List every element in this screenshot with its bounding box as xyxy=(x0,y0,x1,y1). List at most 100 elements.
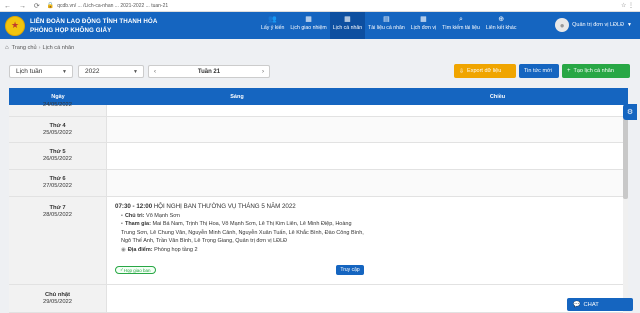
event-title: HỘI NGHỊ BAN THƯỜNG VỤ THÁNG 5 NĂM 2022 xyxy=(153,203,296,210)
nav-label: Tài liệu cá nhân xyxy=(368,25,405,31)
nav-item-lien-ket-khac[interactable]: ⊕ Liên kết khác xyxy=(483,12,520,39)
calendar-icon: ▦ xyxy=(305,16,312,23)
day-cell: Chủ nhật 29/05/2022 xyxy=(9,285,107,312)
event-card[interactable]: 07:30 - 12:00 HỘI NGHỊ BAN THƯỜNG VỤ THÁ… xyxy=(115,203,365,254)
search-icon: ⌕ xyxy=(459,16,463,23)
chevron-down-icon: ▼ xyxy=(133,68,138,75)
view-select[interactable]: Lịch tuần ▼ xyxy=(9,65,73,78)
day-date: 25/05/2022 xyxy=(42,129,72,136)
header-afternoon: Chiều xyxy=(489,94,506,100)
table-row: Thứ 7 28/05/2022 07:30 - 12:00 HỘI NGHỊ … xyxy=(9,197,628,285)
chat-label: CHAT xyxy=(583,301,599,308)
org-name-line2: PHÒNG HỌP KHÔNG GIẤY xyxy=(30,26,112,34)
news-button[interactable]: Tin tức mới xyxy=(519,64,559,78)
header-morning: Sáng xyxy=(230,94,244,100)
nav-item-lay-y-kien[interactable]: 👥 Lấy ý kiến xyxy=(258,12,287,39)
schedule-cell[interactable] xyxy=(107,170,628,196)
plus-icon: + xyxy=(567,68,571,74)
export-label: Export dữ liệu xyxy=(467,68,502,74)
user-menu[interactable]: ● Quản trị đơn vị LĐLĐ ▼ xyxy=(555,18,632,32)
day-name: Thứ 4 xyxy=(49,122,66,129)
nav-item-lich-giao-nhiem[interactable]: ▦ Lịch giao nhiệm xyxy=(287,12,329,39)
calendar-user-icon: ▦ xyxy=(344,16,351,23)
prev-week-button[interactable]: ‹ xyxy=(149,69,161,75)
view-select-value: Lịch tuần xyxy=(16,68,43,75)
table-row: Chủ nhật 29/05/2022 xyxy=(9,285,628,313)
link-icon: ⊕ xyxy=(498,16,505,23)
event-participants: ▪ Tham gia: Mai Bá Nam, Trịnh Thị Hoa, Võ… xyxy=(115,220,365,246)
event-chair-value: Võ Mạnh Sơn xyxy=(146,212,180,219)
settings-fab-icon[interactable]: ⚙ xyxy=(623,104,637,120)
week-label: Tuần 21 xyxy=(197,68,221,75)
access-button[interactable]: Truy cập xyxy=(336,265,364,275)
add-schedule-button[interactable]: + Tạo lịch cá nhân xyxy=(562,64,630,78)
chat-button[interactable]: 💬 CHAT xyxy=(567,298,633,311)
nav-label: Lấy ý kiến xyxy=(261,25,285,31)
header-day: Ngày xyxy=(51,94,65,100)
nav-label: Liên kết khác xyxy=(485,25,517,31)
top-nav: 👥 Lấy ý kiến ▦ Lịch giao nhiệm ▦ Lịch cá nh… xyxy=(258,12,519,39)
schedule-cell[interactable] xyxy=(107,285,628,312)
day-cell: Thứ 7 28/05/2022 xyxy=(9,197,107,284)
user-icon: ▪ xyxy=(121,212,123,219)
event-participants-value: Mai Bá Nam, Trịnh Thị Hoa, Võ Mạnh Sơn, … xyxy=(121,221,364,244)
browser-actions-icon[interactable]: ☆ ⋮ xyxy=(621,2,634,9)
breadcrumb-separator: › xyxy=(38,45,41,51)
breadcrumb-current: Lịch cá nhân xyxy=(42,45,75,51)
avatar: ● xyxy=(555,18,570,32)
event-chair: ▪ Chủ trì: Võ Mạnh Sơn xyxy=(115,212,365,221)
day-date: 24/05/2022 xyxy=(42,102,72,108)
nav-item-lich-don-vi[interactable]: ▦ Lịch đơn vị xyxy=(408,12,439,39)
event-time: 07:30 - 12:00 xyxy=(115,203,153,210)
day-date: 29/05/2022 xyxy=(42,298,72,305)
next-week-button[interactable]: › xyxy=(257,69,269,75)
news-label: Tin tức mới xyxy=(524,68,552,74)
day-cell: Thứ 5 26/05/2022 xyxy=(9,143,107,169)
users-icon: 👥 xyxy=(268,16,278,23)
event-chair-label: Chủ trì: xyxy=(124,212,145,219)
day-cell: 24/05/2022 xyxy=(9,102,107,116)
day-date: 27/05/2022 xyxy=(42,183,72,189)
week-navigator: ‹ Tuần 21 › xyxy=(148,65,270,78)
nav-label: Lịch đơn vị xyxy=(410,25,437,31)
org-name: LIÊN ĐOÀN LAO ĐỘNG TỈNH THANH HÓA PHÒNG … xyxy=(30,17,157,35)
lock-icon: 🔒 xyxy=(46,3,55,9)
status-badge-label: Họp giao ban xyxy=(123,267,151,273)
chevron-down-icon: ▼ xyxy=(62,68,67,75)
event-location-label: Địa điểm: xyxy=(127,246,153,253)
day-cell: Thứ 6 27/05/2022 xyxy=(9,170,107,196)
table-scrollbar[interactable] xyxy=(623,105,628,313)
schedule-cell[interactable] xyxy=(107,105,628,116)
table-row: 24/05/2022 xyxy=(9,102,628,117)
schedule-cell[interactable] xyxy=(107,143,628,169)
browser-nav-icons[interactable]: ← → ⟳ xyxy=(4,2,43,10)
schedule-cell[interactable] xyxy=(107,117,628,142)
day-name: Thứ 5 xyxy=(49,149,66,155)
event-participants-label: Tham gia: xyxy=(124,221,151,227)
nav-label: Lịch cá nhân xyxy=(332,25,363,31)
browser-url[interactable]: qcdb.vn/ ... /Lich-ca-nhan ... 2021-2022… xyxy=(57,3,577,9)
schedule-table: Ngày Sáng Chiều 24/05/2022 Thứ 4 25/05/2… xyxy=(9,88,628,313)
app-root: ← → ⟳ 🔒 qcdb.vn/ ... /Lich-ca-nhan ... 2… xyxy=(0,0,640,313)
event-location: ◉ Địa điểm: Phòng họp tầng 2 xyxy=(115,246,365,255)
status-badge: ✓ Họp giao ban xyxy=(115,266,156,274)
table-row: Thứ 5 26/05/2022 xyxy=(9,143,628,170)
map-pin-icon: ◉ xyxy=(121,246,126,253)
year-select-value: 2022 xyxy=(85,68,100,75)
nav-item-tim-kiem-tai-lieu[interactable]: ⌕ Tìm kiếm tài liệu xyxy=(439,12,483,39)
scrollbar-thumb[interactable] xyxy=(623,111,628,199)
browser-address-bar[interactable]: ← → ⟳ 🔒 qcdb.vn/ ... /Lich-ca-nhan ... 2… xyxy=(0,0,640,12)
year-select[interactable]: 2022 ▼ xyxy=(78,65,144,78)
day-date: 28/05/2022 xyxy=(42,212,72,218)
chevron-down-icon: ▼ xyxy=(627,22,632,28)
event-location-value: Phòng họp tầng 2 xyxy=(154,246,198,253)
nav-item-tai-lieu-ca-nhan[interactable]: ▤ Tài liệu cá nhân xyxy=(365,12,408,39)
day-name: Thứ 6 xyxy=(49,176,66,182)
day-name: Thứ 7 xyxy=(49,205,66,211)
export-button[interactable]: ⇩ Export dữ liệu xyxy=(454,64,516,78)
table-row: Thứ 4 25/05/2022 xyxy=(9,117,628,143)
home-icon: ⌂ xyxy=(5,45,9,51)
nav-label: Lịch giao nhiệm xyxy=(290,25,327,31)
breadcrumb-home[interactable]: Trang chủ xyxy=(12,45,37,51)
nav-item-lich-ca-nhan[interactable]: ▦ Lịch cá nhân xyxy=(329,12,366,39)
